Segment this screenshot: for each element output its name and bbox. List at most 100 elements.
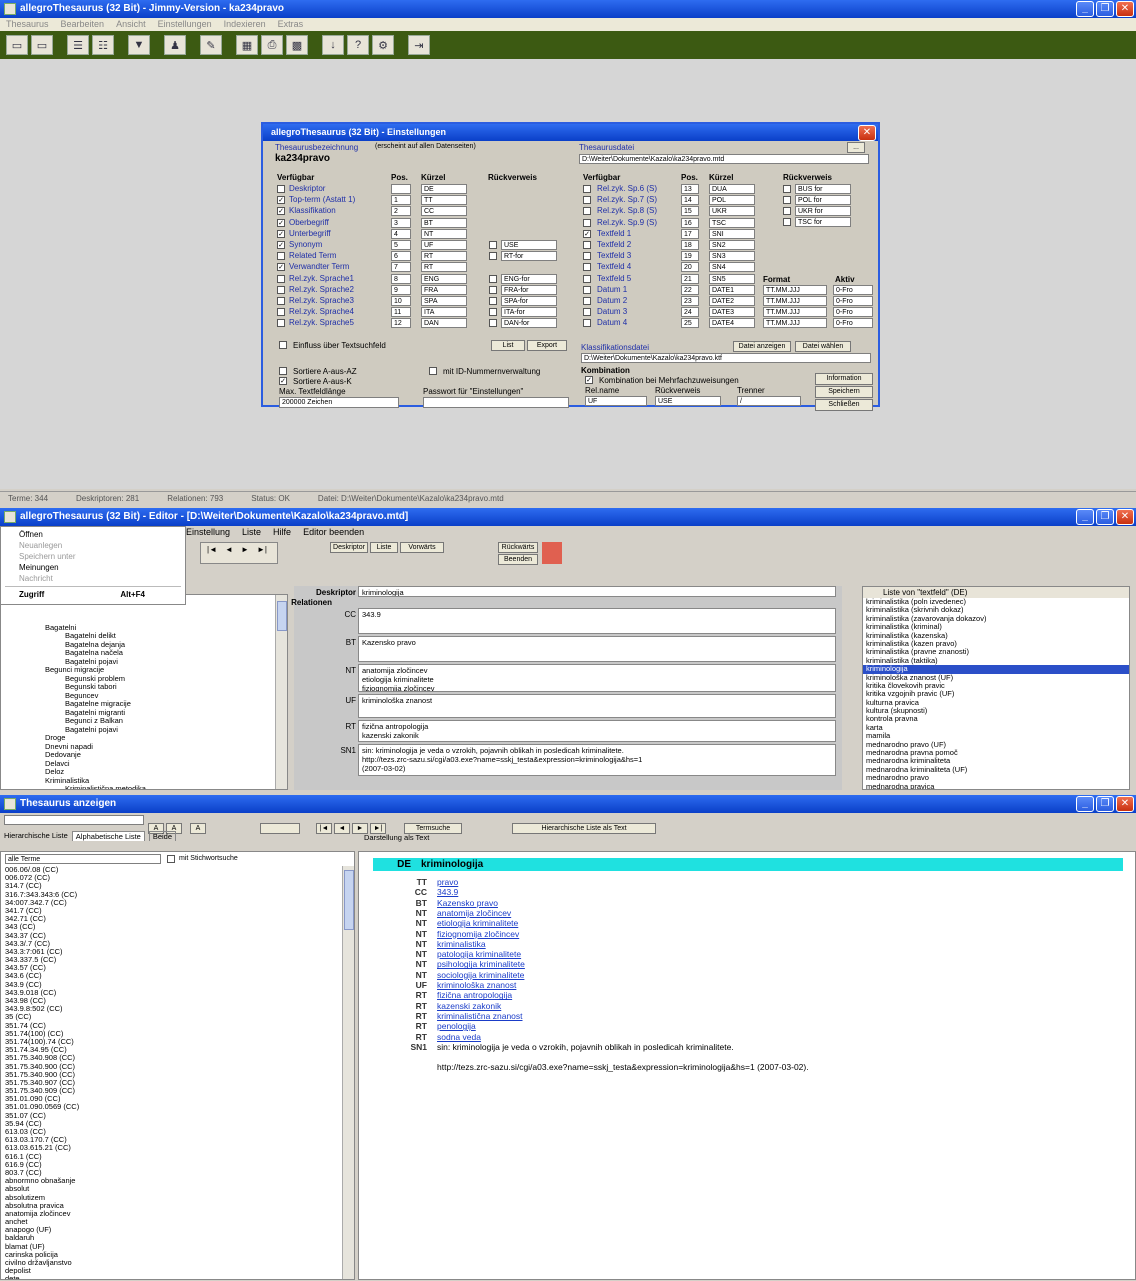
max-length-select[interactable]: 200000 Zeichen [279, 397, 399, 408]
tree-item[interactable]: Begunci migracije [1, 665, 287, 675]
view-search-input[interactable] [4, 815, 144, 825]
export-button[interactable]: Export [527, 340, 567, 351]
maximize-button[interactable]: ❐ [1096, 1, 1114, 17]
dd-open[interactable]: Öffnen [1, 529, 185, 540]
rel-checkbox-5[interactable]: ✓ [277, 241, 285, 249]
tree-item[interactable]: Deloz [1, 767, 287, 777]
rel-pos-11[interactable]: 11 [391, 307, 411, 318]
relation-term[interactable]: kriminalistika [437, 939, 486, 949]
tree-item[interactable]: Begunski problem [1, 674, 287, 684]
grid-icon[interactable]: ▩ [286, 35, 308, 55]
tree-item[interactable]: Kriminalistična metodika [1, 784, 287, 789]
editor-minimize-button[interactable]: _ [1076, 509, 1094, 525]
relation-term[interactable]: patologija kriminalitete [437, 949, 521, 959]
back-bus-checkbox[interactable] [783, 185, 791, 193]
tree-item[interactable]: Bagatelni migranti [1, 708, 287, 718]
dd-new[interactable]: Neuanlegen [1, 540, 185, 551]
field-input-sn1[interactable]: sin: kriminologija je veda o vzrokih, po… [358, 744, 836, 776]
user-icon[interactable]: ♟ [164, 35, 186, 55]
tree-item[interactable]: Bagatelni pojavi [1, 657, 287, 667]
date-format-select-2[interactable]: TT.MM.JJJ [763, 307, 827, 318]
rel2-code-11[interactable]: DATE3 [709, 307, 755, 318]
date-active-select-3[interactable]: 0-Fro [833, 318, 873, 329]
relation-term[interactable]: sodna veda [437, 1032, 481, 1042]
relation-term[interactable]: kazenski zakonik [437, 1001, 501, 1011]
rel-pos-2[interactable]: 2 [391, 206, 411, 217]
red-stop-icon[interactable] [542, 542, 562, 564]
alpha-list-item[interactable]: anatomija zločincev [1, 1209, 354, 1218]
rel2-code-7[interactable]: SN4 [709, 262, 755, 273]
field-input-uf[interactable]: kriminološka znanost [358, 694, 836, 718]
date-active-select-2[interactable]: 0-Fro [833, 307, 873, 318]
view-first-icon[interactable]: |◄ [316, 823, 332, 834]
dd-save-as[interactable]: Speichern unter [1, 551, 185, 562]
rel2-checkbox-6[interactable] [583, 252, 591, 261]
back-input-10[interactable]: SPA-for [501, 296, 557, 306]
rel-checkbox-9[interactable] [277, 285, 285, 294]
relation-term[interactable]: sociologija kriminalitete [437, 970, 524, 980]
close-dialog-button[interactable]: Schließen [815, 399, 873, 411]
help-icon[interactable]: ? [347, 35, 369, 55]
rel2-pos-10[interactable]: 23 [681, 296, 699, 306]
rel2-code-2[interactable]: UKR [709, 206, 755, 217]
print-icon[interactable]: ⎙ [261, 35, 283, 55]
back-checkbox-6[interactable] [489, 252, 497, 261]
date-format-select-3[interactable]: TT.MM.JJJ [763, 318, 827, 329]
alpha-list-item[interactable]: 341.7 (CC) [1, 906, 354, 915]
rel-pos-0[interactable] [391, 184, 411, 194]
rel-code-9[interactable]: FRA [421, 284, 467, 295]
rel2-checkbox-0[interactable] [583, 185, 591, 193]
nav-forward-button[interactable]: Vorwärts [400, 542, 444, 553]
rel2-code-0[interactable]: DUA [709, 184, 755, 194]
dd-access[interactable]: Zugriff Alt+F4 [1, 589, 185, 600]
rel-checkbox-10[interactable] [277, 297, 285, 305]
back-input-9[interactable]: FRA-for [501, 284, 557, 295]
rel2-pos-5[interactable]: 18 [681, 240, 699, 250]
date-format-select-0[interactable]: TT.MM.JJJ [763, 284, 827, 295]
rel-code-7[interactable]: RT [421, 262, 467, 273]
list-item[interactable]: mednarodna pravica [863, 782, 1129, 789]
minimize-button[interactable]: _ [1076, 1, 1094, 17]
relation-term[interactable]: 343.9 [437, 887, 458, 897]
open-icon[interactable]: ▭ [6, 35, 28, 55]
view-maximize-button[interactable]: ❐ [1096, 796, 1114, 812]
editor-maximize-button[interactable]: ❐ [1096, 509, 1114, 525]
tree-item[interactable]: Bagatelne migracije [1, 699, 287, 709]
dialog-close-button[interactable]: ✕ [858, 125, 876, 141]
rel-code-11[interactable]: ITA [421, 307, 467, 318]
alpha-list-scrollbar[interactable] [342, 866, 354, 1279]
rel-checkbox-2[interactable]: ✓ [277, 207, 285, 216]
rel2-pos-2[interactable]: 15 [681, 206, 699, 217]
tab-alphabetical[interactable]: Alphabetische Liste [71, 831, 145, 841]
rel-checkbox-4[interactable]: ✓ [277, 229, 285, 238]
sort-az-checkbox[interactable] [279, 367, 287, 375]
rel-code-5[interactable]: UF [421, 240, 467, 250]
relation-term[interactable]: fiziognomija zločincev [437, 929, 519, 939]
back-checkbox-8[interactable] [489, 274, 497, 283]
rel2-code-12[interactable]: DATE4 [709, 318, 755, 329]
nav-back-button[interactable]: Rückwärts [498, 542, 538, 553]
download-icon[interactable]: ↓ [322, 35, 344, 55]
alpha-list-item[interactable]: 343.6 (CC) [1, 972, 354, 980]
field-input-nt[interactable]: anatomija zločincev etiologija kriminali… [358, 664, 836, 692]
list-icon[interactable]: ☷ [92, 35, 114, 55]
tree-item[interactable]: Droge [1, 733, 287, 743]
filter-select[interactable]: alle Terme [5, 854, 161, 864]
back-input-5[interactable]: USE [501, 240, 557, 250]
tree-item[interactable]: Bagatelna dejanja [1, 640, 287, 650]
back-checkbox-11[interactable] [489, 308, 497, 317]
tree-item[interactable]: Bagatelni delikt [1, 631, 287, 641]
close-button[interactable]: ✕ [1116, 1, 1134, 17]
alpha-list-item[interactable]: absolut [1, 1185, 354, 1193]
alpha-list-item[interactable]: civilno državljanstvo [1, 1258, 354, 1267]
alpha-list-item[interactable]: 616.1 (CC) [1, 1152, 354, 1161]
back-ukr-checkbox[interactable] [783, 207, 791, 215]
last-icon[interactable]: ►| [257, 545, 267, 554]
alpha-list-item[interactable]: 343.9.018 (CC) [1, 988, 354, 997]
rel2-checkbox-9[interactable] [583, 285, 591, 294]
rel-code-6[interactable]: RT [421, 251, 467, 262]
relation-term[interactable]: Kazensko pravo [437, 898, 498, 908]
relation-term[interactable]: etiologija kriminalitete [437, 918, 518, 928]
id-checkbox[interactable] [429, 367, 437, 375]
rel2-code-6[interactable]: SN3 [709, 251, 755, 262]
